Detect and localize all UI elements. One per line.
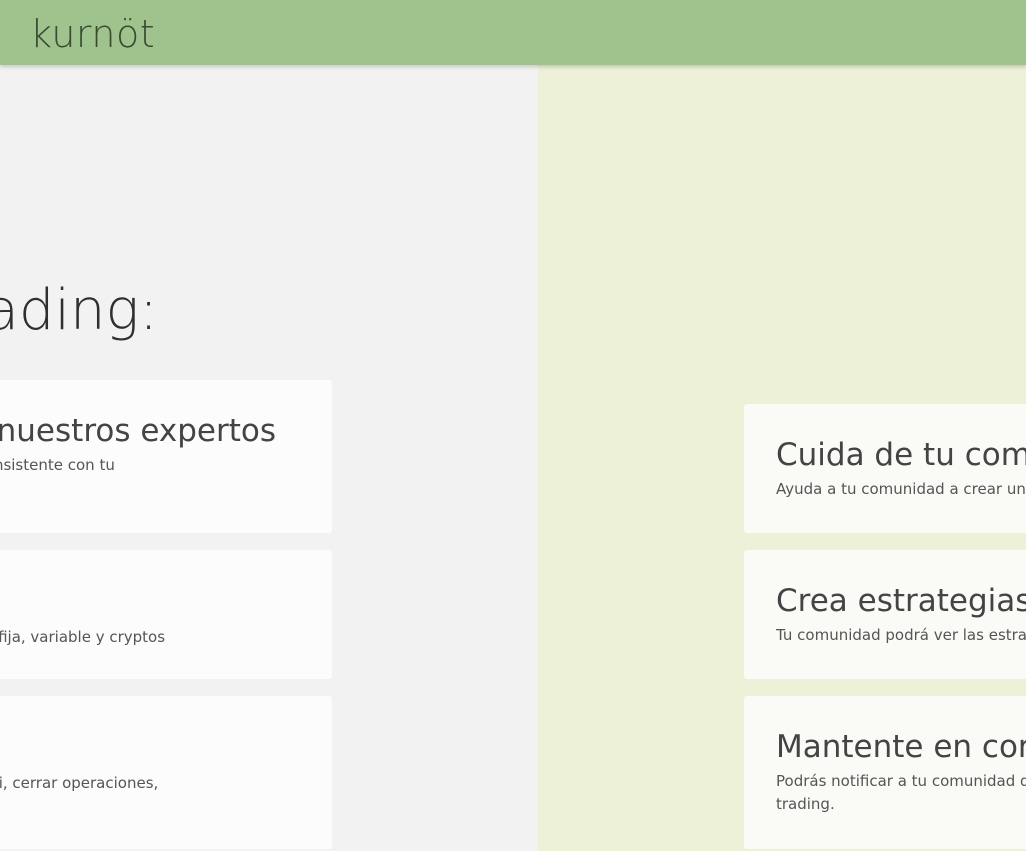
feature-card-strategies: Crea estrategias Tu comunidad podrá ver … xyxy=(744,550,1026,679)
feature-card-text: emos procesos por ti, cerrar operaciones… xyxy=(0,774,159,792)
feature-card-experts: nuestros expertos e aprendas a ser consi… xyxy=(0,380,332,533)
feature-card-automation: emos procesos por ti, cerrar operaciones… xyxy=(0,696,332,849)
feature-card-text: tradicional de renta fija, variable y cr… xyxy=(0,628,166,646)
feature-card-text: Podrás notificar a tu comunidad de de tr… xyxy=(776,772,1026,813)
feature-card-text: e aprendas a ser consistente con tu xyxy=(0,456,115,474)
feature-card-text: Ayuda a tu comunidad a crear un p xyxy=(776,480,1026,498)
feature-card-markets: tradicional de renta fija, variable y cr… xyxy=(0,550,332,679)
feature-card-community: Cuida de tu com Ayuda a tu comunidad a c… xyxy=(744,404,1026,533)
left-panel: rading: nuestros expertos e aprendas a s… xyxy=(0,65,538,851)
feature-card-title: Crea estrategias xyxy=(776,583,1026,619)
top-bar: kurnöt xyxy=(0,0,1026,65)
page: kurnöt rading: nuestros expertos e apren… xyxy=(0,0,1026,851)
feature-card-notifications: Mantente en cor Podrás notificar a tu co… xyxy=(744,696,1026,849)
section-heading: rading: xyxy=(0,278,158,343)
right-panel: Cuida de tu com Ayuda a tu comunidad a c… xyxy=(538,65,1026,851)
feature-card-title: nuestros expertos xyxy=(0,413,276,449)
feature-card-title: Mantente en cor xyxy=(776,729,1026,765)
brand-logo[interactable]: kurnöt xyxy=(30,10,155,58)
feature-card-title: Cuida de tu com xyxy=(776,437,1026,473)
feature-card-text: Tu comunidad podrá ver las estrate xyxy=(776,626,1026,644)
